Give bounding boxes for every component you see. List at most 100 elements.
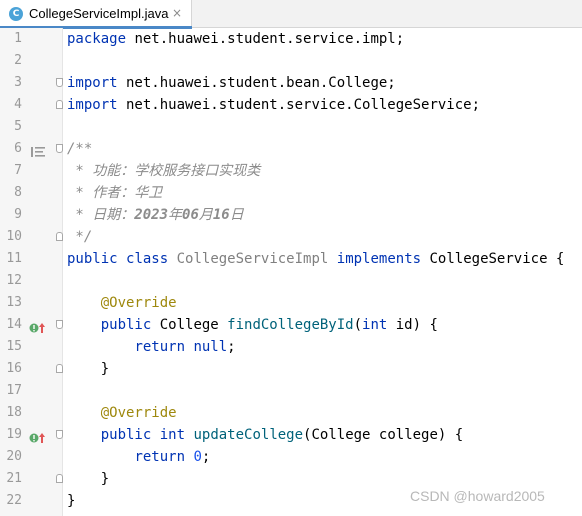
watermark: CSDN @howard2005: [410, 488, 545, 504]
code-line[interactable]: 8 * 作者：华卫: [0, 182, 582, 204]
code-token: College: [151, 317, 228, 333]
code-token: */: [67, 229, 93, 245]
code-line[interactable]: 2: [0, 50, 582, 72]
code-line[interactable]: 18 @Override: [0, 402, 582, 424]
code-token: ;: [227, 339, 236, 355]
code-text: }: [67, 358, 109, 380]
fold-close-icon[interactable]: [56, 232, 63, 241]
line-number: 8: [14, 185, 22, 200]
code-line[interactable]: 9 * 日期：2023年06月16日: [0, 204, 582, 226]
code-token: implements: [336, 251, 422, 267]
implements-method-icon[interactable]: [29, 429, 47, 443]
code-token: 2023: [134, 207, 169, 223]
code-text: @Override: [67, 402, 177, 424]
code-token: /**: [67, 141, 93, 157]
line-number: 5: [14, 119, 22, 134]
code-token: id) {: [387, 317, 438, 333]
line-number: 20: [6, 449, 22, 464]
render-doc-icon[interactable]: [31, 143, 45, 157]
tab-filename-label: CollegeServiceImpl.java: [29, 6, 169, 21]
fold-close-icon[interactable]: [56, 364, 63, 373]
fold-open-icon[interactable]: [56, 430, 63, 439]
code-token: class: [126, 251, 169, 267]
code-token: 06: [182, 207, 199, 223]
line-number: 12: [6, 273, 22, 288]
code-line[interactable]: 7 * 功能：学校服务接口实现类: [0, 160, 582, 182]
line-number: 13: [6, 295, 22, 310]
code-token: 年: [168, 207, 183, 223]
code-text: }: [67, 468, 109, 490]
code-text: */: [67, 226, 92, 248]
code-text: }: [67, 490, 75, 512]
code-text: public int updateCollege(College college…: [67, 424, 463, 446]
code-token: package: [67, 31, 127, 47]
code-token: int: [362, 317, 388, 333]
code-line[interactable]: 1 package net.huawei.student.service.impl…: [0, 28, 582, 50]
code-line[interactable]: 5: [0, 116, 582, 138]
code-token: null: [193, 339, 228, 355]
fold-open-icon[interactable]: [56, 320, 63, 329]
code-line[interactable]: 3 import net.huawei.student.bean.College;: [0, 72, 582, 94]
code-token: }: [67, 361, 110, 377]
code-token: * 作者：华卫: [67, 185, 163, 201]
line-number: 11: [6, 251, 22, 266]
code-token: 0: [193, 449, 202, 465]
code-line[interactable]: 14 public College findCollegeById(int id…: [0, 314, 582, 336]
code-token: public: [67, 251, 118, 267]
code-line[interactable]: 10 */: [0, 226, 582, 248]
java-class-icon: C: [9, 7, 23, 21]
code-line[interactable]: 15 return null;: [0, 336, 582, 358]
code-token: 16: [212, 207, 230, 223]
fold-open-icon[interactable]: [56, 78, 63, 87]
fold-close-icon[interactable]: [56, 474, 63, 483]
code-token: @Override: [100, 295, 177, 311]
code-token: (College college) {: [303, 427, 464, 443]
line-number: 17: [6, 383, 22, 398]
line-number: 4: [14, 97, 22, 112]
line-number: 16: [6, 361, 22, 376]
code-text: public class CollegeServiceImpl implemen…: [67, 248, 564, 270]
code-text: /**: [67, 138, 92, 160]
line-number: 1: [14, 31, 22, 46]
close-icon[interactable]: ×: [172, 6, 182, 20]
code-line[interactable]: 16 }: [0, 358, 582, 380]
code-token: @Override: [100, 405, 177, 421]
code-token: public: [100, 317, 152, 333]
code-line[interactable]: 12: [0, 270, 582, 292]
code-text: @Override: [67, 292, 177, 314]
code-line[interactable]: 13 @Override: [0, 292, 582, 314]
code-token: (: [353, 317, 363, 333]
code-token: net.huawei.student.service.CollegeServic…: [117, 97, 481, 113]
tab-collegeserviceimpl[interactable]: C CollegeServiceImpl.java ×: [0, 0, 192, 29]
code-line[interactable]: 19 public int updateCollege(College coll…: [0, 424, 582, 446]
code-line[interactable]: 17: [0, 380, 582, 402]
code-token: public: [100, 427, 152, 443]
code-line[interactable]: 6 /**: [0, 138, 582, 160]
implements-method-icon[interactable]: [29, 319, 47, 333]
fold-close-icon[interactable]: [56, 100, 63, 109]
code-token: 日: [229, 207, 244, 223]
code-token: import: [67, 97, 118, 113]
code-text: public College findCollegeById(int id) {: [67, 314, 438, 336]
code-token: CollegeService {: [421, 251, 565, 267]
code-line[interactable]: 11 public class CollegeServiceImpl implem…: [0, 248, 582, 270]
code-text: import net.huawei.student.service.Colleg…: [67, 94, 480, 116]
code-token: * 功能：学校服务接口实现类: [67, 163, 261, 179]
line-number: 2: [14, 53, 22, 68]
code-line[interactable]: 20 return 0;: [0, 446, 582, 468]
line-number: 15: [6, 339, 22, 354]
code-token: }: [67, 471, 110, 487]
code-token: return: [134, 339, 186, 355]
code-token: return: [134, 449, 186, 465]
code-line[interactable]: 4 import net.huawei.student.service.Colle…: [0, 94, 582, 116]
fold-open-icon[interactable]: [56, 144, 63, 153]
line-number: 9: [14, 207, 22, 222]
code-token: int: [159, 427, 186, 443]
code-line[interactable]: 21 }: [0, 468, 582, 490]
